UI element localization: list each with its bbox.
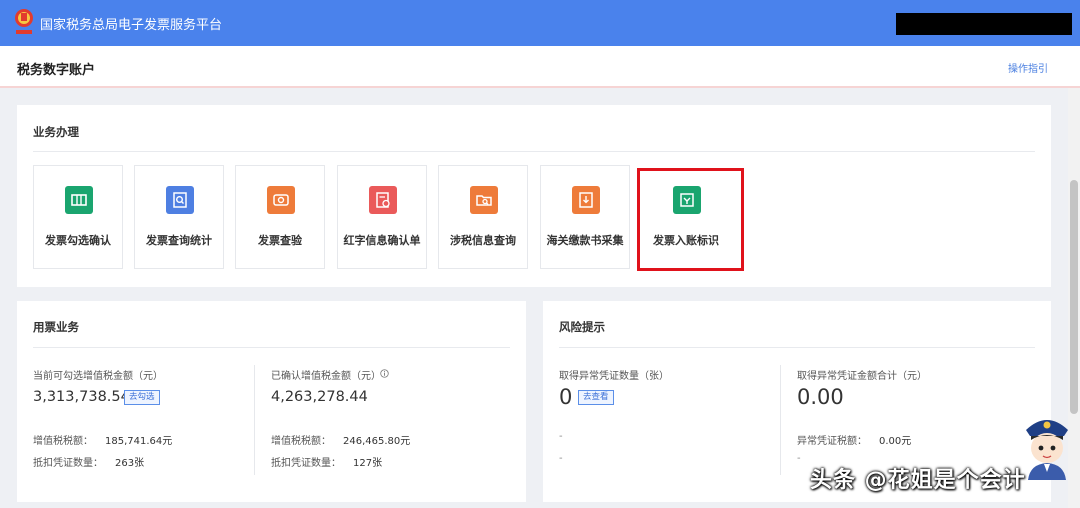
tile-invoice-query[interactable]: 发票查询统计: [134, 165, 224, 269]
tile-label: 涉税信息查询: [450, 234, 516, 247]
deduction-count-value: 263张: [115, 458, 145, 469]
assistant-mascot-icon[interactable]: [1018, 408, 1076, 480]
divider: [33, 151, 1035, 152]
divider: [33, 347, 510, 348]
deduction-count-value: 127张: [353, 458, 383, 469]
placeholder-dash: -: [559, 431, 563, 442]
tile-customs-collection[interactable]: 海关缴款书采集: [540, 165, 630, 269]
business-panel: 业务办理 发票勾选确认 发票查询统计 发票查验 红字信息确认单 涉税信息查询 海…: [17, 105, 1051, 287]
abnormal-count-label: 取得异常凭证数量（张）: [559, 371, 669, 382]
vat-amount-label: 增值税税额：: [271, 436, 331, 447]
tile-label: 红字信息确认单: [343, 234, 421, 247]
abnormal-tax-label: 异常凭证税额：: [797, 436, 867, 447]
placeholder-dash: -: [797, 453, 801, 464]
ticket-icon: [65, 186, 93, 214]
app-title: 国家税务总局电子发票服务平台: [40, 18, 223, 33]
invoice-usage-panel: 用票业务 当前可勾选增值税金额（元） 3,313,738.54 去勾选 增值税税…: [17, 301, 526, 502]
tile-invoice-verify[interactable]: 发票查验: [235, 165, 325, 269]
tile-label: 发票查验: [258, 234, 302, 247]
vat-amount-value: 246,465.80元: [343, 436, 411, 447]
tile-red-letter-confirm[interactable]: 红字信息确认单: [337, 165, 427, 269]
column-separator: [780, 365, 781, 475]
page-title: 税务数字账户: [17, 63, 96, 78]
tile-label: 海关缴款书采集: [546, 234, 624, 247]
column-separator: [254, 365, 255, 475]
divider: [559, 347, 1035, 348]
confirmed-amount-value: 4,263,278.44: [271, 389, 368, 405]
tax-emblem-icon: [15, 9, 33, 34]
tile-label: 发票查询统计: [146, 234, 212, 247]
highlight-annotation-box: [637, 168, 744, 271]
abnormal-amount-label: 取得异常凭证金额合计（元）: [797, 371, 927, 382]
page-header: 税务数字账户 操作指引: [0, 46, 1080, 88]
document-search-icon: [166, 186, 194, 214]
selectable-amount-value: 3,313,738.54: [33, 389, 130, 405]
abnormal-tax-value: 0.00元: [879, 436, 912, 447]
confirmed-amount-label: 已确认增值税金额（元）: [271, 371, 381, 382]
go-select-button[interactable]: 去勾选: [124, 390, 160, 405]
business-panel-title: 业务办理: [33, 125, 79, 139]
top-bar: 国家税务总局电子发票服务平台: [0, 0, 1080, 46]
document-stamp-icon: [369, 186, 397, 214]
watermark-text: 头条 @花姐是个会计: [810, 468, 1026, 493]
placeholder-dash: -: [559, 453, 563, 464]
deduction-count-label: 抵扣凭证数量：: [33, 458, 103, 469]
tile-invoice-selection[interactable]: 发票勾选确认: [33, 165, 123, 269]
folder-search-icon: [470, 186, 498, 214]
operation-guide-link[interactable]: 操作指引: [1008, 60, 1048, 75]
usage-panel-title: 用票业务: [33, 320, 79, 334]
info-icon[interactable]: [380, 369, 389, 378]
user-account-area[interactable]: [896, 13, 1072, 35]
vat-amount-value: 185,741.64元: [105, 436, 173, 447]
selectable-amount-label: 当前可勾选增值税金额（元）: [33, 371, 163, 382]
tile-tax-info-query[interactable]: 涉税信息查询: [438, 165, 528, 269]
abnormal-count-value: 0: [559, 385, 573, 409]
risk-panel-title: 风险提示: [559, 320, 605, 334]
abnormal-amount-value: 0.00: [797, 385, 844, 409]
go-view-button[interactable]: 去查看: [578, 390, 614, 405]
ticket-check-icon: [267, 186, 295, 214]
customs-document-icon: [572, 186, 600, 214]
vat-amount-label: 增值税税额：: [33, 436, 93, 447]
tile-label: 发票勾选确认: [45, 234, 111, 247]
deduction-count-label: 抵扣凭证数量：: [271, 458, 341, 469]
scrollbar-thumb[interactable]: [1070, 180, 1078, 414]
